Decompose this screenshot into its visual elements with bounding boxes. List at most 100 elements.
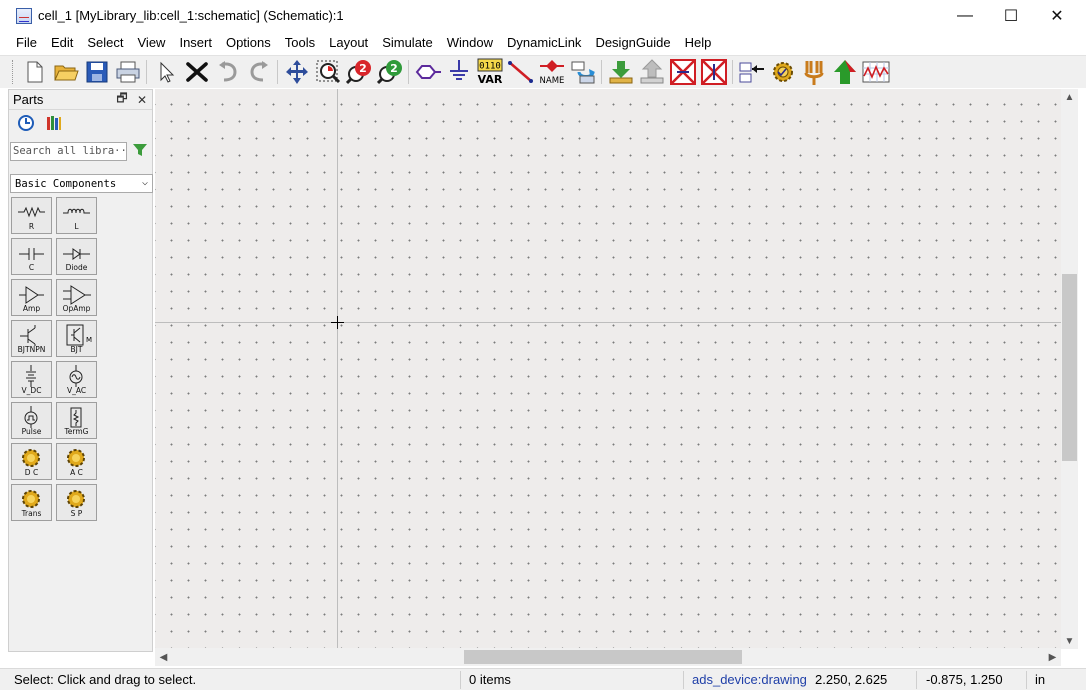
term-icon — [70, 407, 82, 428]
component-label: Trans — [21, 509, 42, 518]
zoom-area-icon[interactable] — [312, 58, 343, 86]
component-bjtnpn[interactable]: BJTNPN — [11, 320, 52, 357]
update-icon[interactable] — [567, 58, 598, 86]
filter-icon[interactable] — [132, 142, 148, 161]
bjt-npn-icon — [20, 325, 36, 346]
diode-icon — [63, 248, 90, 260]
wire-icon[interactable] — [505, 58, 536, 86]
component-label: BJT — [70, 345, 83, 354]
vertical-scrollbar[interactable]: ▲ ▼ — [1061, 89, 1078, 649]
close-panel-button[interactable]: ✕ — [132, 93, 152, 107]
zoom-out-icon[interactable]: 2 — [374, 58, 405, 86]
component-label: V_DC — [21, 386, 42, 395]
component-r[interactable]: R — [11, 197, 52, 234]
component-label: V_AC — [66, 386, 87, 395]
status-separator — [683, 671, 684, 689]
opamp-icon — [63, 285, 91, 305]
component-label: C — [28, 263, 35, 272]
new-icon[interactable] — [19, 58, 50, 86]
schematic-canvas[interactable] — [155, 89, 1061, 649]
menu-view[interactable]: View — [131, 35, 173, 50]
component-v-dc[interactable]: V_DC — [11, 361, 52, 398]
component-ac[interactable]: A C — [56, 443, 97, 480]
toolbar-grip[interactable] — [12, 60, 15, 84]
save-icon[interactable] — [81, 58, 112, 86]
parts-search-input[interactable]: Search all libra··· — [10, 141, 127, 161]
component-c[interactable]: C — [11, 238, 52, 275]
select-arrow-icon[interactable] — [150, 58, 181, 86]
push-hierarchy-icon[interactable] — [736, 58, 767, 86]
component-label: R — [28, 222, 35, 231]
toolbar-separator — [408, 60, 409, 84]
deactivate-short-icon[interactable] — [698, 58, 729, 86]
horizontal-scrollbar[interactable]: ◀ ▶ — [155, 648, 1061, 666]
menu-edit[interactable]: Edit — [44, 35, 80, 50]
scroll-left-icon[interactable]: ◀ — [155, 649, 172, 665]
display-results-icon[interactable] — [860, 58, 891, 86]
simulate-gear-icon[interactable] — [767, 58, 798, 86]
move-icon[interactable] — [281, 58, 312, 86]
ground-icon[interactable] — [443, 58, 474, 86]
component-sp[interactable]: S P — [56, 484, 97, 521]
library-select[interactable]: Basic Components ⌵ — [10, 174, 153, 193]
library-select-value: Basic Components — [15, 177, 117, 190]
toolbar-separator — [277, 60, 278, 84]
menu-file[interactable]: File — [9, 35, 44, 50]
menu-simulate[interactable]: Simulate — [375, 35, 440, 50]
dc-voltage-icon — [26, 365, 36, 387]
menu-insert[interactable]: Insert — [172, 35, 219, 50]
toolbar-separator — [732, 60, 733, 84]
status-separator — [916, 671, 917, 689]
component-trans[interactable]: Trans — [11, 484, 52, 521]
menu-help[interactable]: Help — [678, 35, 719, 50]
delete-x-icon[interactable] — [181, 58, 212, 86]
menu-select[interactable]: Select — [80, 35, 130, 50]
open-folder-icon[interactable] — [50, 58, 81, 86]
svg-text:2: 2 — [359, 62, 367, 75]
component-bjt[interactable]: M BJT — [56, 320, 97, 357]
component-pulse[interactable]: Pulse — [11, 402, 52, 439]
component-amp[interactable]: Amp — [11, 279, 52, 316]
component-diode[interactable]: Diode — [56, 238, 97, 275]
menu-layout[interactable]: Layout — [322, 35, 375, 50]
close-button[interactable]: ✕ — [1034, 0, 1080, 31]
menu-designguide[interactable]: DesignGuide — [588, 35, 677, 50]
status-layer[interactable]: ads_device:drawing — [692, 672, 807, 687]
port-icon[interactable] — [412, 58, 443, 86]
menu-tools[interactable]: Tools — [278, 35, 322, 50]
maximize-button[interactable]: ☐ — [988, 0, 1034, 31]
pop-hierarchy-icon[interactable] — [829, 58, 860, 86]
undo-icon[interactable] — [212, 58, 243, 86]
scroll-down-icon[interactable]: ▼ — [1061, 633, 1078, 649]
parts-tools — [9, 110, 152, 138]
minimize-button[interactable]: — — [942, 0, 988, 31]
redo-icon[interactable] — [243, 58, 274, 86]
component-termg[interactable]: TermG — [56, 402, 97, 439]
component-opamp[interactable]: OpAmp — [56, 279, 97, 316]
scroll-right-icon[interactable]: ▶ — [1044, 649, 1061, 665]
library-books-icon[interactable] — [45, 114, 63, 135]
scroll-up-icon[interactable]: ▲ — [1061, 89, 1078, 105]
download-icon[interactable] — [605, 58, 636, 86]
parts-header: Parts 🗗 ✕ — [9, 90, 152, 110]
menu-dynamiclink[interactable]: DynamicLink — [500, 35, 588, 50]
component-v-ac[interactable]: V_AC — [56, 361, 97, 398]
toolbar-separator — [146, 60, 147, 84]
vertical-scroll-thumb[interactable] — [1062, 274, 1077, 461]
var-icon[interactable]: 0110 VAR — [474, 58, 505, 86]
menu-options[interactable]: Options — [219, 35, 278, 50]
origin-axis-horizontal — [155, 322, 1061, 323]
menu-window[interactable]: Window — [440, 35, 500, 50]
tune-icon[interactable] — [798, 58, 829, 86]
component-dc[interactable]: D C — [11, 443, 52, 480]
name-icon[interactable]: NAME — [536, 58, 567, 86]
print-icon[interactable] — [112, 58, 143, 86]
component-l[interactable]: L — [56, 197, 97, 234]
zoom-in-icon[interactable]: 2 — [343, 58, 374, 86]
deactivate-icon[interactable] — [667, 58, 698, 86]
horizontal-scroll-thumb[interactable] — [464, 650, 742, 664]
history-icon[interactable] — [17, 114, 35, 135]
resistor-icon — [18, 206, 45, 218]
upload-icon[interactable] — [636, 58, 667, 86]
float-panel-button[interactable]: 🗗 — [112, 89, 132, 110]
